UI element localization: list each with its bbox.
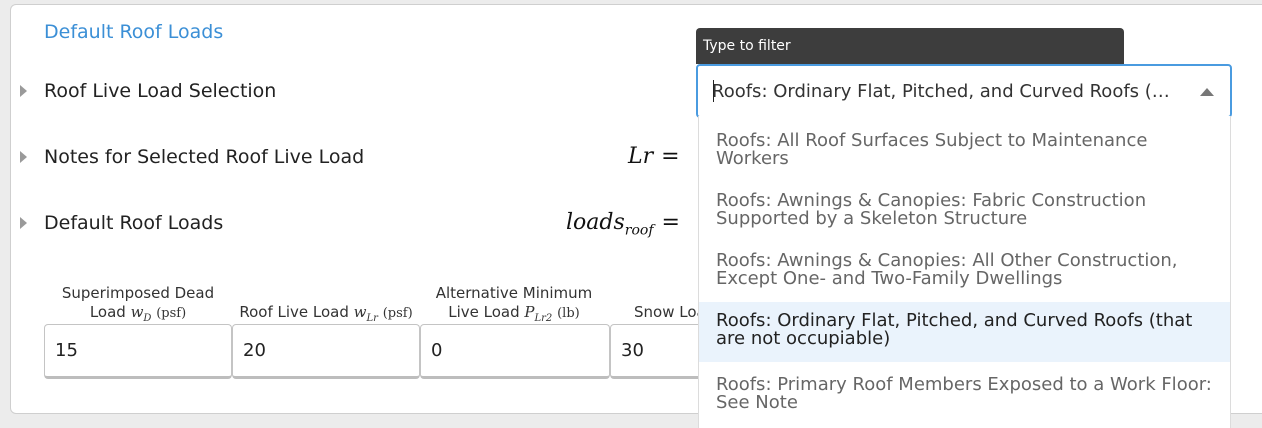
option-line: are not occupiable) bbox=[716, 328, 891, 349]
equals-sign: = bbox=[661, 144, 680, 169]
col-head-snow-load: Snow Loa bbox=[610, 284, 710, 322]
option-awnings-other[interactable]: Roofs: Awnings & Canopies: All Other Con… bbox=[699, 244, 1230, 302]
col-head-dead-load: Superimposed Dead Load wD (psf) bbox=[44, 284, 232, 328]
col-head-line1: Alternative Minimum bbox=[435, 284, 593, 302]
equals-sign: = bbox=[661, 210, 680, 235]
roof-live-load-select[interactable]: Roofs: Ordinary Flat, Pitched, and Curve… bbox=[696, 64, 1232, 118]
option-line: Except One- and Two-Family Dwellings bbox=[716, 268, 1063, 289]
expand-triangle-icon[interactable] bbox=[20, 217, 27, 229]
row-notes-selected-load[interactable]: Notes for Selected Roof Live Load bbox=[20, 142, 364, 172]
option-line: Supported by a Skeleton Structure bbox=[716, 208, 1028, 229]
expand-triangle-icon[interactable] bbox=[20, 151, 27, 163]
live-load-input[interactable]: 20 bbox=[232, 324, 420, 379]
loads-symbol: loads bbox=[566, 210, 625, 235]
snow-load-input[interactable]: 30 bbox=[610, 324, 710, 379]
option-line: See Note bbox=[716, 392, 798, 413]
default-roof-loads-link[interactable]: Default Roof Loads bbox=[44, 21, 223, 43]
row-label: Default Roof Loads bbox=[44, 212, 224, 234]
col-head-live-load: Roof Live Load wLr (psf) bbox=[232, 284, 420, 328]
select-current-value[interactable]: Roofs: Ordinary Flat, Pitched, and Curve… bbox=[698, 81, 1172, 102]
select-options-list[interactable]: Roofs: All Roof Surfaces Subject to Main… bbox=[698, 116, 1231, 428]
loads-subscript: roof bbox=[624, 222, 654, 239]
text-cursor bbox=[713, 80, 714, 102]
expand-triangle-icon[interactable] bbox=[20, 85, 27, 97]
option-awnings-fabric[interactable]: Roofs: Awnings & Canopies: Fabric Constr… bbox=[699, 182, 1230, 244]
option-line: Roofs: All Roof Surfaces Subject to Main… bbox=[716, 130, 1148, 151]
alt-min-live-load-input[interactable]: 0 bbox=[420, 324, 610, 379]
option-primary-roof-members[interactable]: Roofs: Primary Roof Members Exposed to a… bbox=[699, 362, 1230, 424]
lr-symbol: Lr bbox=[628, 144, 654, 169]
col-head-line1 bbox=[232, 284, 420, 303]
lr-equation: Lr = bbox=[628, 144, 680, 169]
type-to-filter-tooltip: Type to filter bbox=[696, 28, 1124, 64]
row-roof-live-load-selection[interactable]: Roof Live Load Selection bbox=[20, 76, 276, 106]
option-line: Workers bbox=[716, 148, 789, 169]
row-label: Roof Live Load Selection bbox=[44, 80, 277, 102]
loads-roof-equation: loadsroof = bbox=[566, 210, 680, 238]
col-head-alt-min-live-load: Alternative Minimum Live Load PLr2 (lb) bbox=[420, 284, 608, 328]
col-head-line1: Superimposed Dead bbox=[61, 284, 215, 302]
dead-load-input[interactable]: 15 bbox=[44, 324, 232, 379]
chevron-up-icon[interactable] bbox=[1200, 88, 1214, 96]
option-maintenance-workers[interactable]: Roofs: All Roof Surfaces Subject to Main… bbox=[699, 120, 1230, 182]
option-ordinary-flat-roofs[interactable]: Roofs: Ordinary Flat, Pitched, and Curve… bbox=[699, 302, 1230, 362]
row-label: Notes for Selected Roof Live Load bbox=[44, 146, 365, 168]
row-default-roof-loads[interactable]: Default Roof Loads bbox=[20, 208, 223, 238]
